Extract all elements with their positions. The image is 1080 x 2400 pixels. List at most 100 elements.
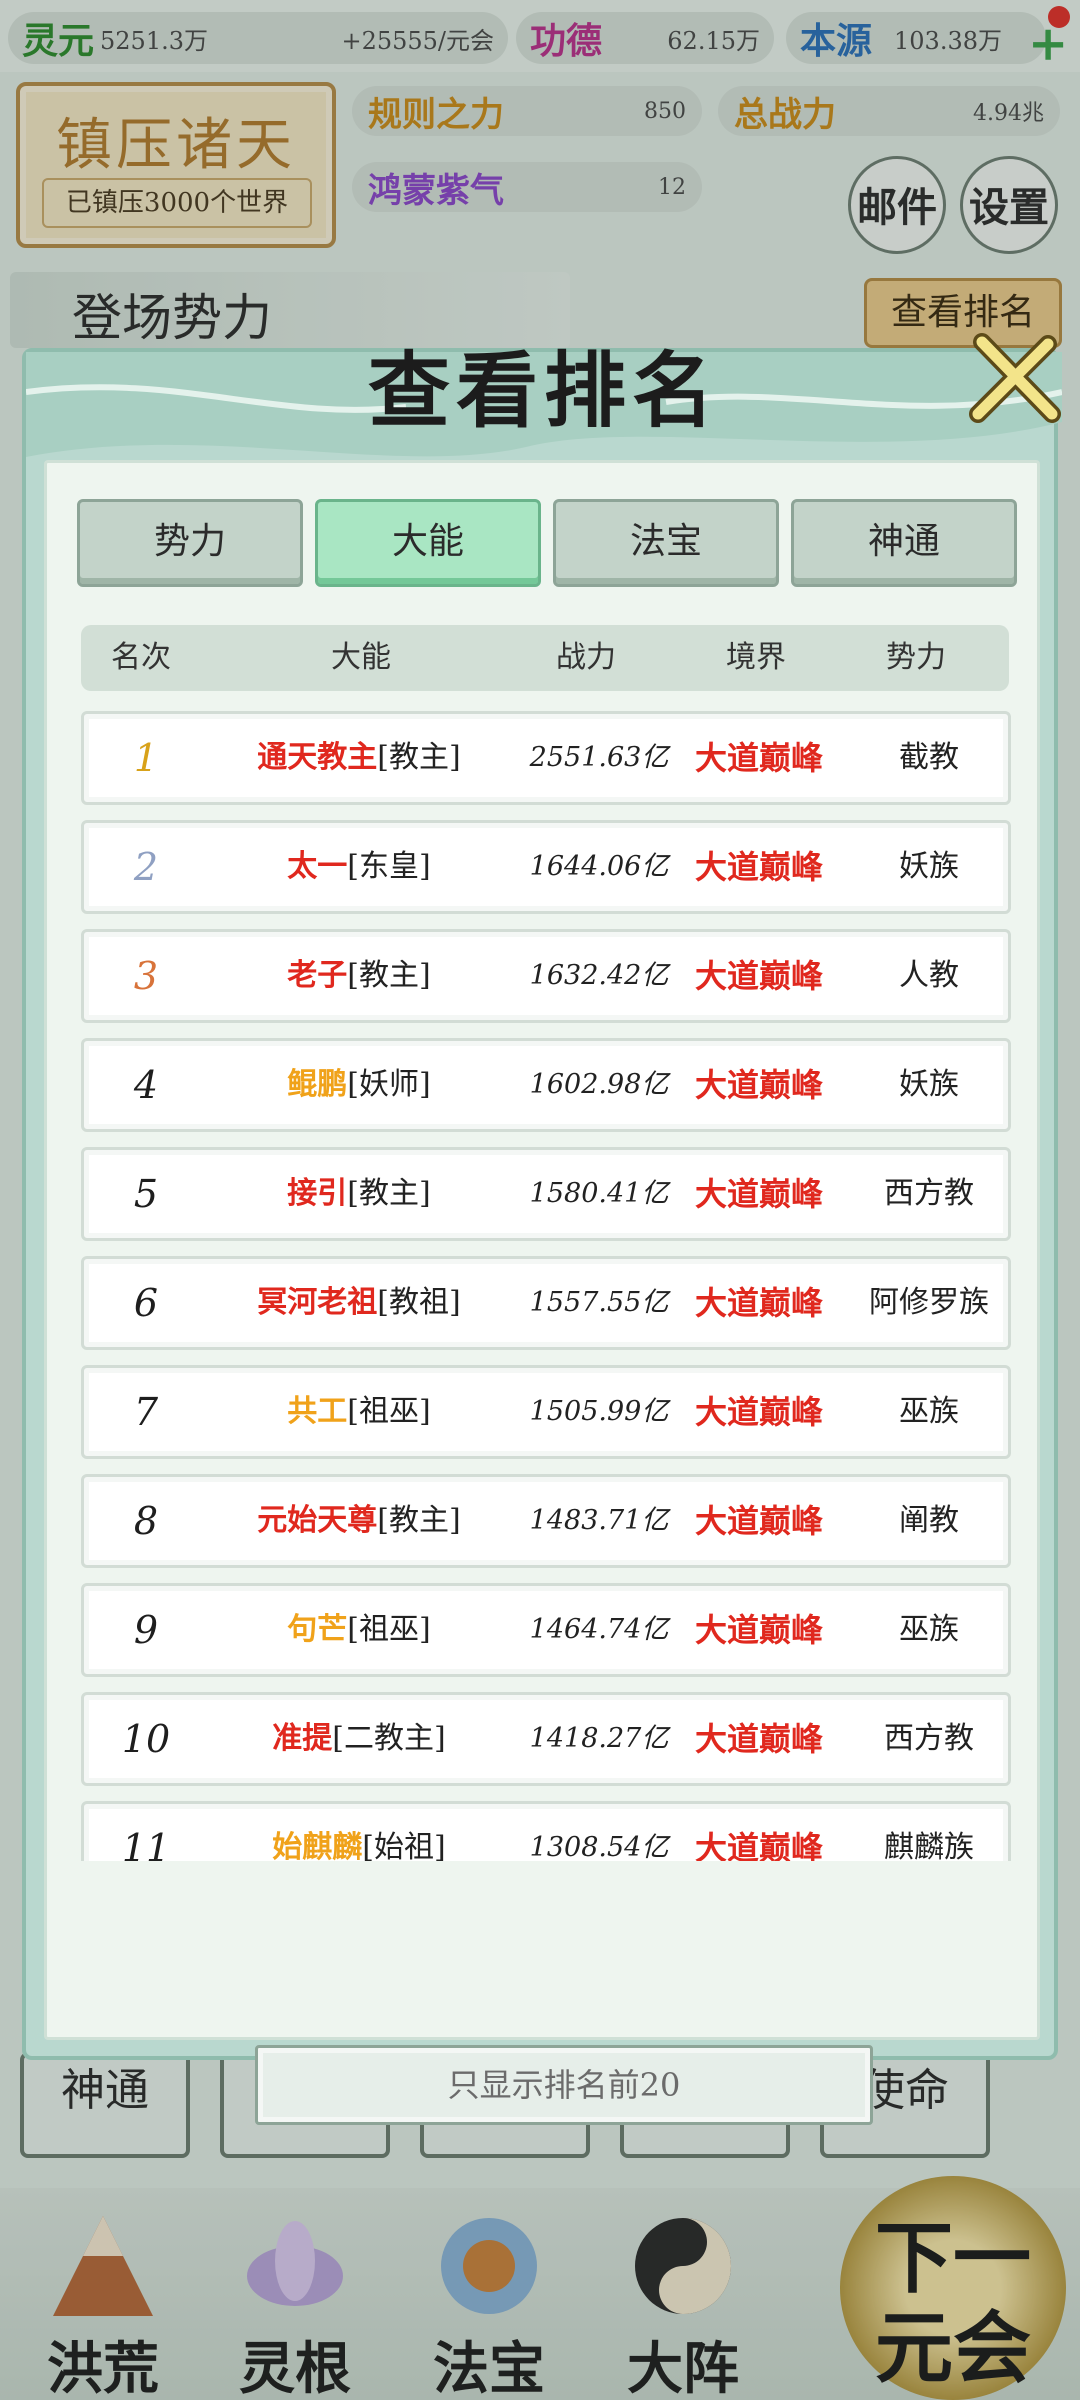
row-faction: 阐教 xyxy=(899,1503,959,1538)
row-faction: 西方教 xyxy=(884,1721,974,1756)
row-faction: 麒麟族 xyxy=(884,1830,974,1861)
header-rank: 名次 xyxy=(111,640,171,675)
tab-treasure[interactable]: 法宝 xyxy=(553,499,779,587)
ranking-list[interactable]: 1 通天教主[教主] 2551.63亿 大道巅峰 截教 2 太一[东皇] 1644.06亿 大道… xyxy=(81,711,1011,1861)
ranking-row[interactable]: 11 始麒麟[始祖] 1308.54亿 大道巅峰 麒麟族 xyxy=(81,1801,1011,1861)
row-realm: 大道巅峰 xyxy=(694,1393,823,1431)
ranking-row[interactable]: 5 接引[教主] 1580.41亿 大道巅峰 西方教 xyxy=(81,1147,1011,1241)
ranking-row[interactable]: 4 鲲鹏[妖师] 1602.98亿 大道巅峰 妖族 xyxy=(81,1038,1011,1132)
row-realm: 大道巅峰 xyxy=(694,1611,823,1649)
row-realm: 大道巅峰 xyxy=(694,848,823,886)
row-realm: 大道巅峰 xyxy=(694,957,823,995)
ranking-row[interactable]: 6 冥河老祖[教祖] 1557.55亿 大道巅峰 阿修罗族 xyxy=(81,1256,1011,1350)
master-name: 句芒 xyxy=(287,1612,348,1647)
row-rank: 11 xyxy=(121,1826,171,1861)
tab-ability[interactable]: 神通 xyxy=(791,499,1017,587)
row-faction: 人教 xyxy=(899,958,959,993)
header-name: 大能 xyxy=(331,640,391,675)
master-name: 通天教主 xyxy=(257,740,378,775)
top20-note: 只显示排名前20 xyxy=(255,2045,873,2125)
row-name: 通天教主[教主] xyxy=(214,714,504,802)
ranking-row[interactable]: 7 共工[祖巫] 1505.99亿 大道巅峰 巫族 xyxy=(81,1365,1011,1459)
master-name: 冥河老祖 xyxy=(257,1285,378,1320)
row-name: 接引[教主] xyxy=(214,1150,504,1238)
row-realm: 大道巅峰 xyxy=(694,1066,823,1104)
master-title: [教主] xyxy=(347,1176,431,1211)
row-faction: 巫族 xyxy=(899,1394,959,1429)
row-name: 始麒麟[始祖] xyxy=(214,1804,504,1861)
ranking-row[interactable]: 1 通天教主[教主] 2551.63亿 大道巅峰 截教 xyxy=(81,711,1011,805)
row-faction: 阿修罗族 xyxy=(869,1285,989,1320)
master-name: 老子 xyxy=(287,958,348,993)
row-rank: 8 xyxy=(133,1499,159,1543)
row-power: 1308.54亿 xyxy=(529,1832,669,1861)
row-name: 准提[二教主] xyxy=(214,1695,504,1783)
ranking-row[interactable]: 8 元始天尊[教主] 1483.71亿 大道巅峰 阐教 xyxy=(81,1474,1011,1568)
row-name: 老子[教主] xyxy=(214,932,504,1020)
row-rank: 2 xyxy=(133,845,159,889)
row-rank: 9 xyxy=(133,1608,159,1652)
row-power: 1464.74亿 xyxy=(529,1614,669,1645)
master-name: 接引 xyxy=(287,1176,348,1211)
master-title: [祖巫] xyxy=(347,1612,431,1647)
row-name: 冥河老祖[教祖] xyxy=(214,1259,504,1347)
row-faction: 巫族 xyxy=(899,1612,959,1647)
ranking-dialog: 查看排名 势力 大能 法宝 神通 名次 大能 战力 境界 势力 1 通天教主[教主… xyxy=(22,333,1062,2125)
dialog-content: 势力 大能 法宝 神通 名次 大能 战力 境界 势力 1 通天教主[教主] 2551… xyxy=(44,460,1040,2125)
row-realm: 大道巅峰 xyxy=(694,739,823,777)
row-power: 1418.27亿 xyxy=(529,1723,669,1754)
master-name: 始麒麟 xyxy=(272,1830,363,1861)
master-title: [始祖] xyxy=(362,1830,446,1861)
header-faction: 势力 xyxy=(886,640,946,675)
table-header: 名次 大能 战力 境界 势力 xyxy=(81,625,1009,691)
row-realm: 大道巅峰 xyxy=(694,1829,823,1861)
dialog-title: 查看排名 xyxy=(367,343,720,439)
row-rank: 10 xyxy=(121,1717,171,1761)
row-faction: 妖族 xyxy=(899,849,959,884)
ranking-row[interactable]: 2 太一[东皇] 1644.06亿 大道巅峰 妖族 xyxy=(81,820,1011,914)
row-realm: 大道巅峰 xyxy=(694,1502,823,1540)
ranking-tabs: 势力 大能 法宝 神通 xyxy=(77,499,1021,589)
row-name: 元始天尊[教主] xyxy=(214,1477,504,1565)
row-rank: 6 xyxy=(133,1281,159,1325)
master-title: [东皇] xyxy=(347,849,431,884)
master-name: 元始天尊 xyxy=(257,1503,378,1538)
master-title: [妖师] xyxy=(347,1067,431,1102)
row-power: 1644.06亿 xyxy=(529,851,669,882)
row-power: 1632.42亿 xyxy=(529,960,669,991)
header-realm: 境界 xyxy=(726,640,786,675)
row-name: 句芒[祖巫] xyxy=(214,1586,504,1674)
master-title: [二教主] xyxy=(332,1721,446,1756)
ranking-row[interactable]: 10 准提[二教主] 1418.27亿 大道巅峰 西方教 xyxy=(81,1692,1011,1786)
row-name: 共工[祖巫] xyxy=(214,1368,504,1456)
close-icon[interactable] xyxy=(964,330,1064,430)
master-title: [教主] xyxy=(347,958,431,993)
tab-masters[interactable]: 大能 xyxy=(315,499,541,587)
master-name: 共工 xyxy=(287,1394,348,1429)
row-rank: 1 xyxy=(133,736,159,780)
row-realm: 大道巅峰 xyxy=(694,1175,823,1213)
master-name: 准提 xyxy=(272,1721,333,1756)
ranking-row[interactable]: 9 句芒[祖巫] 1464.74亿 大道巅峰 巫族 xyxy=(81,1583,1011,1677)
tab-faction[interactable]: 势力 xyxy=(77,499,303,587)
row-rank: 4 xyxy=(133,1063,159,1107)
row-realm: 大道巅峰 xyxy=(694,1720,823,1758)
row-realm: 大道巅峰 xyxy=(694,1284,823,1322)
master-title: [教主] xyxy=(377,1503,461,1538)
row-power: 1483.71亿 xyxy=(529,1505,669,1536)
ranking-row[interactable]: 3 老子[教主] 1632.42亿 大道巅峰 人教 xyxy=(81,929,1011,1023)
master-title: [教主] xyxy=(377,740,461,775)
master-name: 鲲鹏 xyxy=(287,1067,348,1102)
row-rank: 5 xyxy=(133,1172,159,1216)
row-rank: 7 xyxy=(133,1390,159,1434)
header-power: 战力 xyxy=(556,640,616,675)
row-name: 鲲鹏[妖师] xyxy=(214,1041,504,1129)
master-title: [祖巫] xyxy=(347,1394,431,1429)
row-power: 1602.98亿 xyxy=(529,1069,669,1100)
row-power: 2551.63亿 xyxy=(529,742,669,773)
row-name: 太一[东皇] xyxy=(214,823,504,911)
row-faction: 西方教 xyxy=(884,1176,974,1211)
row-power: 1557.55亿 xyxy=(529,1287,669,1318)
row-faction: 妖族 xyxy=(899,1067,959,1102)
master-name: 太一 xyxy=(287,849,348,884)
